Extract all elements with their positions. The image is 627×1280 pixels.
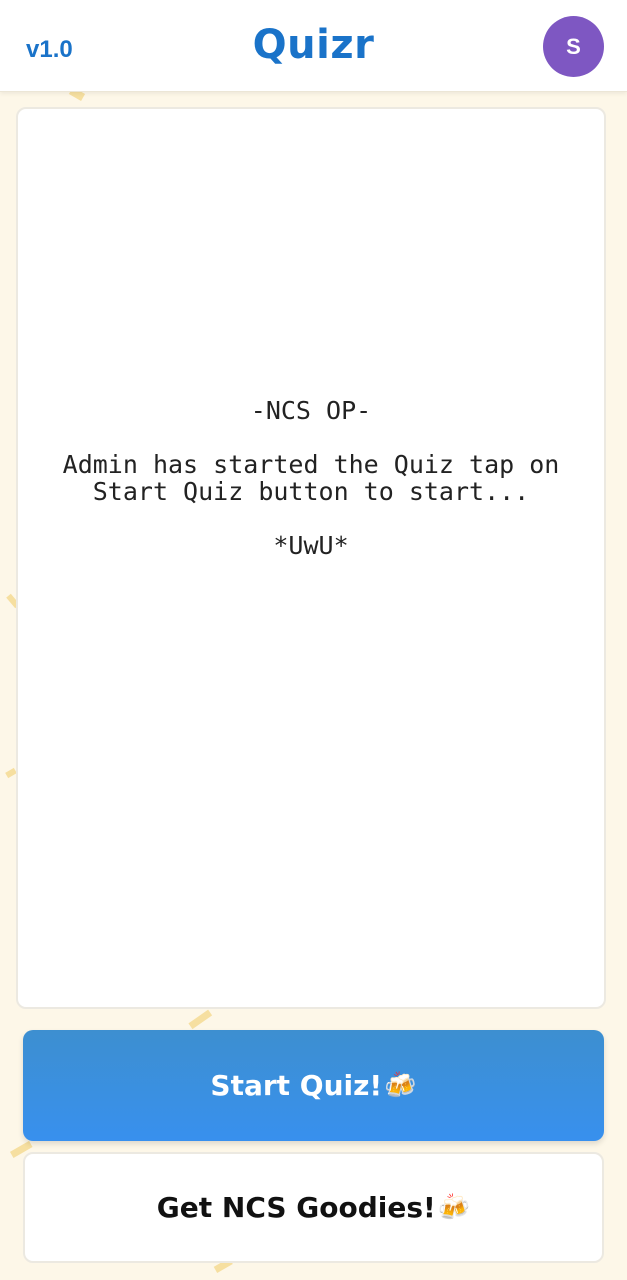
start-quiz-label: Start Quiz! (210, 1069, 383, 1102)
user-avatar[interactable]: S (543, 16, 604, 77)
message-heading: -NCS OP- (250, 396, 372, 425)
app-title: Quizr (252, 22, 375, 68)
start-quiz-button[interactable]: Start Quiz! 🍻 (23, 1030, 604, 1141)
app-header: v1.0 Quizr S (0, 0, 627, 92)
get-goodies-label: Get NCS Goodies! (156, 1191, 436, 1224)
beer-mugs-icon: 🍻 (437, 1192, 471, 1223)
message-card: -NCS OP- Admin has started the Quiz tap … (16, 107, 606, 1009)
get-goodies-button[interactable]: Get NCS Goodies! 🍻 (23, 1152, 604, 1263)
beer-mugs-icon: 🍻 (384, 1070, 417, 1101)
admin-message: -NCS OP- Admin has started the Quiz tap … (18, 397, 604, 559)
message-body: Admin has started the Quiz tap on Start … (62, 450, 560, 506)
message-tail: *UwU* (273, 531, 349, 560)
